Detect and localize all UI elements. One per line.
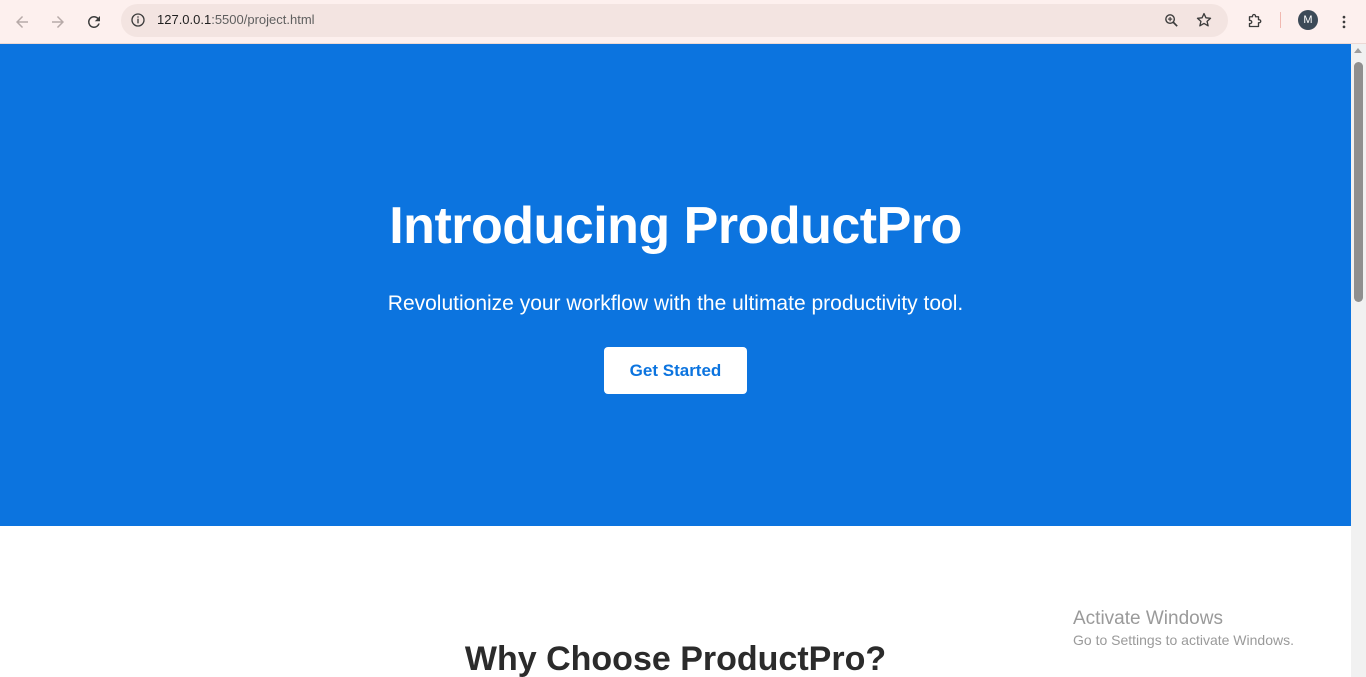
profile-avatar[interactable]: M <box>1298 10 1318 30</box>
back-icon <box>16 16 28 28</box>
toolbar-separator <box>1280 12 1281 28</box>
browser-toolbar: 127.0.0.1:5500/project.html M <box>0 0 1366 44</box>
page-viewport: Introducing ProductPro Revolutionize you… <box>0 44 1351 677</box>
hero-section: Introducing ProductPro Revolutionize you… <box>0 44 1351 526</box>
extensions-icon <box>1248 13 1262 28</box>
get-started-button[interactable]: Get Started <box>604 347 747 394</box>
watermark-title: Activate Windows <box>1073 608 1223 629</box>
reload-icon <box>87 15 100 28</box>
forward-button[interactable] <box>44 8 72 36</box>
url-text[interactable]: 127.0.0.1:5500/project.html <box>157 12 315 27</box>
url-path: :5500/project.html <box>211 12 315 27</box>
page-scrollbar[interactable] <box>1351 44 1366 677</box>
browser-menu-button[interactable] <box>1330 8 1358 36</box>
back-button[interactable] <box>8 8 36 36</box>
url-host: 127.0.0.1 <box>157 12 212 27</box>
watermark-subtitle: Go to Settings to activate Windows. <box>1073 632 1294 648</box>
reload-button[interactable] <box>80 8 108 36</box>
zoom-icon[interactable] <box>1161 10 1181 30</box>
hero-subtitle: Revolutionize your workflow with the ult… <box>387 292 964 315</box>
site-info-icon[interactable] <box>128 10 148 30</box>
bookmark-star-icon[interactable] <box>1194 10 1214 30</box>
forward-icon <box>52 16 64 28</box>
scroll-up-arrow[interactable] <box>1354 48 1362 53</box>
extensions-button[interactable] <box>1240 8 1268 36</box>
menu-kebab-icon <box>1342 15 1346 29</box>
hero-title: Introducing ProductPro <box>389 197 962 255</box>
windows-activation-watermark: Activate Windows Go to Settings to activ… <box>1073 608 1294 648</box>
scroll-thumb[interactable] <box>1354 62 1363 302</box>
address-bar[interactable]: 127.0.0.1:5500/project.html <box>121 4 1228 37</box>
